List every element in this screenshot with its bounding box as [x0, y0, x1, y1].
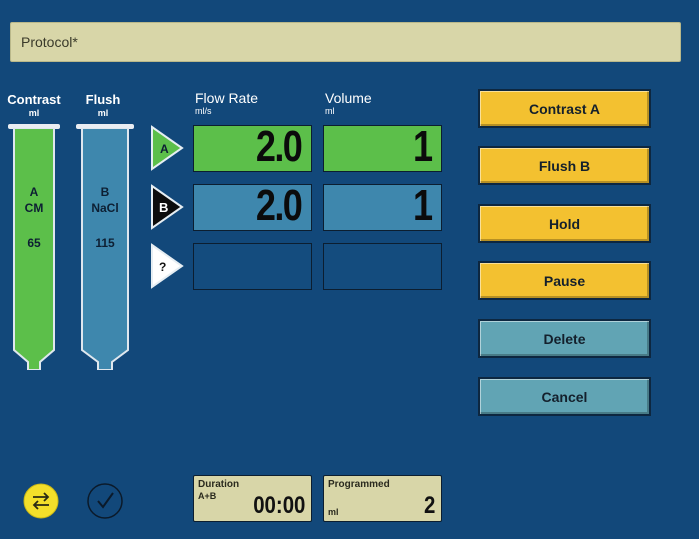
phase-a-flow-rate-cell[interactable]: 2.0 [193, 122, 312, 172]
hold-button[interactable]: Hold [478, 204, 651, 243]
flush-syringe-volume: 115 [95, 236, 115, 250]
programmed-value: 2 [423, 492, 435, 519]
phase-unknown-marker-icon[interactable]: ? [150, 243, 184, 289]
contrast-syringe-unit: ml [28, 108, 40, 118]
delete-button[interactable]: Delete [478, 319, 651, 358]
phase-a-marker-letter: A [160, 142, 169, 156]
programmed-display: Programmed ml 2 [323, 475, 442, 522]
volume-unit: ml [325, 106, 335, 116]
pause-button[interactable]: Pause [478, 261, 651, 300]
checkmark-icon[interactable] [86, 482, 124, 520]
phase-a-volume-value: 1 [412, 122, 433, 171]
contrast-syringe-volume: 65 [27, 236, 41, 250]
flush-b-button[interactable]: Flush B [478, 146, 651, 185]
flush-syringe-unit: ml [97, 108, 109, 118]
cancel-button[interactable]: Cancel [478, 377, 651, 416]
flush-syringe-label: Flush [85, 92, 121, 107]
phase-b-marker-icon[interactable]: B [150, 184, 184, 230]
volume-header: Volume [325, 90, 372, 106]
phase-b-flow-rate-value: 2.0 [255, 181, 303, 230]
swap-arrows-icon[interactable] [22, 482, 60, 520]
protocol-name-field[interactable]: Protocol* [10, 22, 681, 62]
duration-value: 00:00 [252, 492, 305, 519]
phase-b-volume-value: 1 [412, 181, 433, 230]
phase-b-volume-cell[interactable]: 1 [323, 181, 442, 231]
phase-a-marker-icon[interactable]: A [150, 125, 184, 171]
phase-a-volume-cell[interactable]: 1 [323, 122, 442, 172]
duration-display: Duration A+B 00:00 [193, 475, 312, 522]
phase-empty-flow-rate-cell[interactable] [193, 243, 312, 290]
flow-rate-header: Flow Rate [195, 90, 259, 106]
phase-b-flow-rate-cell[interactable]: 2.0 [193, 181, 312, 231]
duration-label: Duration [198, 479, 240, 490]
contrast-syringe-label: Contrast [7, 92, 61, 107]
phase-a-flow-rate-value: 2.0 [255, 122, 303, 171]
contrast-syringe-agent: CM [24, 201, 44, 215]
contrast-syringe-letter: A [29, 185, 39, 199]
flush-syringe-agent: NaCl [91, 201, 119, 215]
contrast-a-button[interactable]: Contrast A [478, 89, 651, 128]
protocol-name-label: Protocol* [21, 34, 78, 50]
phase-unknown-marker-symbol: ? [159, 260, 166, 274]
flush-syringe-letter: B [100, 185, 110, 199]
phase-empty-volume-cell[interactable] [323, 243, 442, 290]
duration-sub-label: A+B [198, 491, 217, 501]
phase-b-marker-letter: B [159, 200, 168, 215]
programmed-unit: ml [328, 507, 339, 517]
programmed-label: Programmed [328, 479, 390, 490]
flow-rate-unit: ml/s [195, 106, 212, 116]
